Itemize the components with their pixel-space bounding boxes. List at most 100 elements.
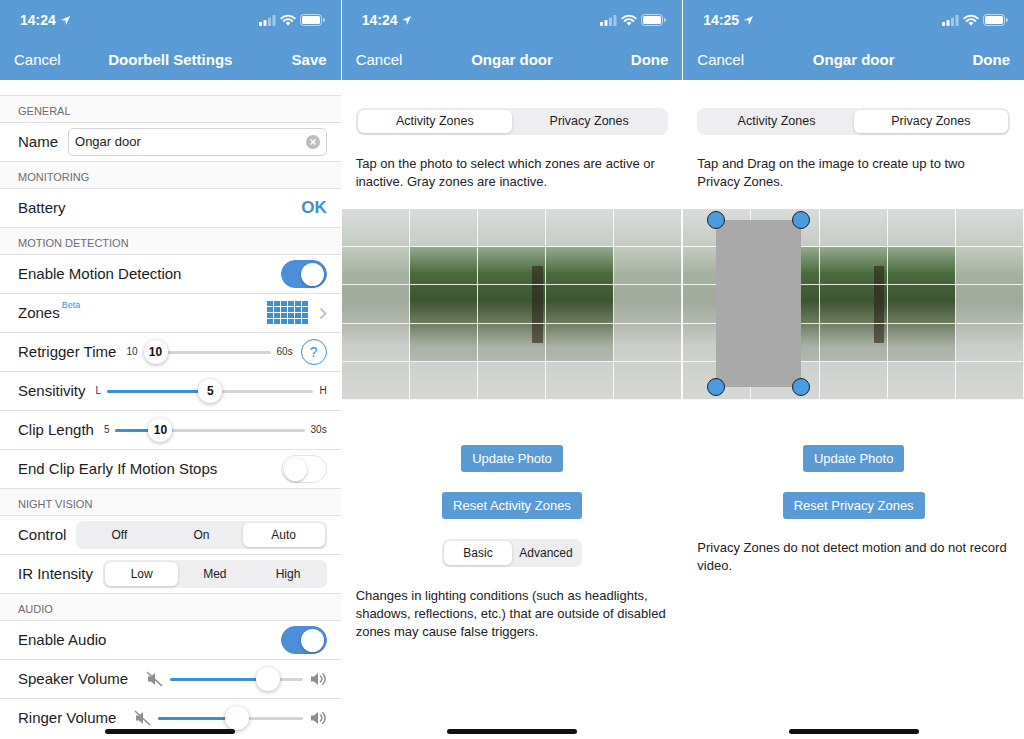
zone-cell[interactable] — [410, 285, 478, 323]
zone-cell[interactable] — [614, 285, 682, 323]
slider-control[interactable]: 51030s — [104, 424, 327, 436]
toggle-switch[interactable] — [281, 260, 327, 288]
zone-cell[interactable] — [888, 209, 956, 247]
zone-cell[interactable] — [478, 324, 546, 362]
slider-thumb[interactable]: 10 — [144, 340, 168, 364]
zone-cell[interactable] — [478, 209, 546, 247]
mode-option[interactable]: Advanced — [512, 541, 580, 565]
zone-cell[interactable] — [956, 285, 1024, 323]
zone-cell[interactable] — [342, 362, 410, 400]
help-button[interactable]: ? — [301, 339, 327, 365]
slider-thumb[interactable] — [256, 667, 280, 691]
name-field[interactable]: Ongar door — [68, 128, 327, 156]
slider-track[interactable]: 10 — [115, 429, 304, 432]
zone-cell[interactable] — [820, 247, 888, 285]
camera-photo[interactable] — [683, 209, 1024, 400]
action-button[interactable]: Reset Privacy Zones — [783, 492, 925, 519]
zone-cell[interactable] — [820, 362, 888, 400]
zones-link[interactable] — [267, 301, 327, 325]
zone-cell[interactable] — [956, 324, 1024, 362]
privacy-zone[interactable] — [716, 220, 801, 387]
zone-cell[interactable] — [614, 362, 682, 400]
zone-cell[interactable] — [410, 362, 478, 400]
status-icons — [259, 14, 325, 26]
zone-cell[interactable] — [614, 209, 682, 247]
cancel-button[interactable]: Cancel — [356, 50, 472, 70]
volume-control[interactable] — [146, 671, 327, 687]
zone-cell[interactable] — [614, 324, 682, 362]
confirm-button[interactable]: Done — [894, 50, 1010, 70]
segment-option[interactable]: High — [251, 562, 324, 586]
zone-cell[interactable] — [546, 247, 614, 285]
zone-tab[interactable]: Activity Zones — [699, 110, 853, 133]
slider-control[interactable]: 101060s — [126, 346, 292, 358]
zone-cell[interactable] — [956, 209, 1024, 247]
zone-cell[interactable] — [956, 247, 1024, 285]
zone-cell[interactable] — [546, 285, 614, 323]
zone-cell[interactable] — [478, 285, 546, 323]
segment-option[interactable]: Med — [178, 562, 251, 586]
cancel-button[interactable]: Cancel — [697, 50, 812, 70]
zone-cell[interactable] — [820, 209, 888, 247]
zone-cell[interactable] — [342, 285, 410, 323]
home-indicator[interactable] — [789, 729, 919, 734]
slider-track[interactable]: 10 — [144, 351, 271, 354]
slider-thumb[interactable] — [225, 706, 249, 730]
zone-tab[interactable]: Activity Zones — [358, 110, 512, 133]
status-left: 14:25 — [703, 11, 754, 29]
zone-grid-icon[interactable] — [267, 301, 309, 325]
zone-cell[interactable] — [888, 362, 956, 400]
zone-cell[interactable] — [888, 324, 956, 362]
home-indicator[interactable] — [105, 729, 235, 734]
instruction-text: Tap and Drag on the image to create up t… — [697, 155, 1010, 191]
segment-option[interactable]: Low — [105, 562, 178, 586]
zone-cell[interactable] — [820, 324, 888, 362]
toggle-switch[interactable] — [281, 626, 327, 654]
zone-cell[interactable] — [614, 247, 682, 285]
screen-title: Doorbell Settings — [108, 50, 232, 70]
slider-track[interactable] — [158, 717, 302, 720]
clear-icon[interactable] — [306, 135, 320, 149]
slider-track[interactable]: 5 — [107, 390, 313, 393]
camera-photo[interactable] — [342, 209, 683, 400]
chevron-icon[interactable] — [319, 307, 327, 320]
zone-cell[interactable] — [888, 247, 956, 285]
slider-control[interactable]: L5H — [96, 385, 327, 397]
toggle-switch[interactable] — [281, 455, 327, 483]
zone-cell[interactable] — [342, 247, 410, 285]
zone-cell[interactable] — [410, 209, 478, 247]
confirm-button[interactable]: Save — [232, 50, 326, 70]
zone-cell[interactable] — [888, 285, 956, 323]
cancel-button[interactable]: Cancel — [14, 50, 108, 70]
action-button[interactable]: Update Photo — [461, 445, 563, 472]
zone-cell[interactable] — [478, 362, 546, 400]
zone-cell[interactable] — [342, 324, 410, 362]
action-button[interactable]: Update Photo — [803, 445, 905, 472]
name-value[interactable]: Ongar door — [75, 133, 300, 151]
segment-option[interactable]: Auto — [243, 523, 325, 547]
zone-cell[interactable] — [546, 209, 614, 247]
zone-tabs: Activity ZonesPrivacy Zones — [356, 108, 669, 135]
zone-tab[interactable]: Privacy Zones — [512, 110, 666, 133]
resize-handle[interactable] — [707, 211, 725, 229]
zone-cell[interactable] — [820, 285, 888, 323]
home-indicator[interactable] — [447, 729, 577, 734]
confirm-button[interactable]: Done — [553, 50, 669, 70]
zone-cell[interactable] — [546, 324, 614, 362]
action-button[interactable]: Reset Activity Zones — [442, 492, 582, 519]
slider-thumb[interactable]: 5 — [198, 379, 222, 403]
zone-cell[interactable] — [956, 362, 1024, 400]
zone-cell[interactable] — [546, 362, 614, 400]
status-bar: 14:24 — [342, 0, 683, 40]
zone-cell[interactable] — [478, 247, 546, 285]
slider-track[interactable] — [170, 678, 303, 681]
segment-option[interactable]: Off — [78, 523, 160, 547]
zone-tab[interactable]: Privacy Zones — [854, 110, 1008, 133]
slider-thumb[interactable]: 10 — [148, 418, 172, 442]
zone-cell[interactable] — [410, 247, 478, 285]
volume-control[interactable] — [134, 710, 326, 726]
mode-option[interactable]: Basic — [444, 541, 512, 565]
zone-cell[interactable] — [410, 324, 478, 362]
segment-option[interactable]: On — [160, 523, 242, 547]
zone-cell[interactable] — [342, 209, 410, 247]
